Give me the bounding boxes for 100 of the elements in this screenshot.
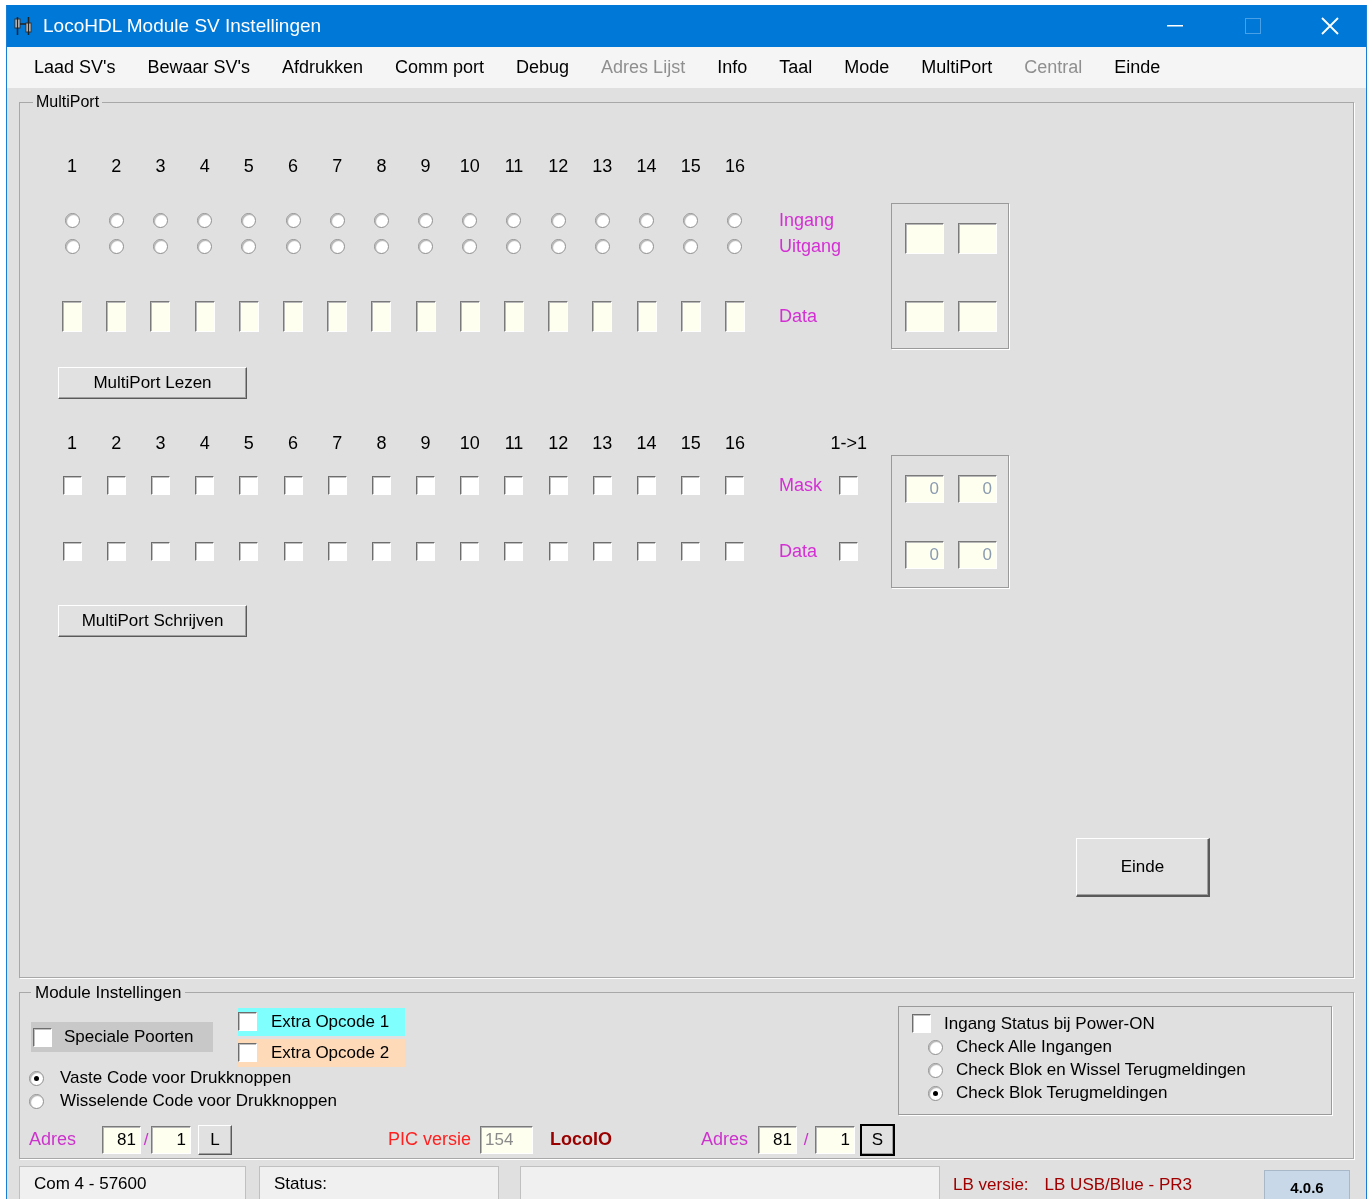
read-button[interactable]: MultiPort Lezen: [58, 367, 247, 399]
radio-button[interactable]: [639, 238, 655, 254]
menu-item[interactable]: Mode: [828, 54, 906, 81]
input-field[interactable]: [62, 301, 83, 332]
checkbox[interactable]: [283, 475, 303, 495]
input-field[interactable]: [636, 301, 657, 332]
radio-button[interactable]: [197, 238, 213, 254]
radio-button[interactable]: [285, 238, 301, 254]
checkbox[interactable]: [371, 541, 391, 561]
input-field[interactable]: [724, 301, 745, 332]
checkbox[interactable]: [912, 1014, 931, 1033]
input-field[interactable]: 1: [815, 1125, 856, 1154]
checkbox[interactable]: [62, 475, 82, 495]
radio-button[interactable]: [108, 238, 124, 254]
input-field[interactable]: [327, 301, 348, 332]
radio-button[interactable]: [152, 238, 168, 254]
checkbox[interactable]: [725, 475, 745, 495]
input-field[interactable]: [958, 301, 997, 332]
checkbox[interactable]: [33, 1027, 52, 1047]
input-field[interactable]: [415, 301, 436, 332]
menu-item[interactable]: Comm port: [379, 54, 501, 81]
checkbox[interactable]: [106, 541, 126, 561]
input-field[interactable]: 81: [102, 1125, 141, 1154]
radio-button[interactable]: [639, 212, 655, 228]
checkbox[interactable]: [150, 475, 170, 495]
checkbox[interactable]: [839, 541, 858, 561]
radio-button[interactable]: [64, 212, 80, 228]
input-field[interactable]: [592, 301, 613, 332]
write-button[interactable]: MultiPort Schrijven: [58, 605, 247, 637]
checkbox[interactable]: [548, 541, 568, 561]
checkbox[interactable]: [504, 475, 524, 495]
radio-button[interactable]: [683, 212, 699, 228]
radio-button[interactable]: [462, 238, 478, 254]
input-field[interactable]: 1: [151, 1125, 191, 1154]
checkbox[interactable]: [327, 475, 347, 495]
menu-item[interactable]: Debug: [500, 54, 586, 81]
checkbox[interactable]: [681, 475, 701, 495]
checkbox[interactable]: [62, 541, 82, 561]
checkbox[interactable]: [681, 541, 701, 561]
input-field[interactable]: [958, 223, 997, 254]
close-icon[interactable]: [1321, 17, 1339, 35]
radio-button[interactable]: [928, 1062, 943, 1078]
checkbox[interactable]: [150, 541, 170, 561]
input-field[interactable]: [548, 301, 569, 332]
input-field[interactable]: [503, 301, 524, 332]
l-button[interactable]: L: [198, 1124, 232, 1155]
checkbox[interactable]: [637, 475, 657, 495]
checkbox[interactable]: [239, 541, 259, 561]
radio-button[interactable]: [285, 212, 301, 228]
radio-button[interactable]: [550, 238, 566, 254]
menu-item[interactable]: Laad SV's: [18, 54, 132, 81]
input-field[interactable]: 81: [758, 1125, 798, 1154]
checkbox[interactable]: [460, 541, 480, 561]
input-field[interactable]: [680, 301, 701, 332]
radio-button[interactable]: [550, 212, 566, 228]
radio-button[interactable]: [241, 238, 257, 254]
radio-button[interactable]: [373, 212, 389, 228]
menu-item[interactable]: Afdrukken: [266, 54, 380, 81]
radio-button[interactable]: [418, 212, 434, 228]
radio-button[interactable]: [506, 212, 522, 228]
input-field[interactable]: [150, 301, 171, 332]
input-field[interactable]: [283, 301, 304, 332]
radio-button[interactable]: [329, 238, 345, 254]
checkbox[interactable]: [238, 1012, 257, 1031]
checkbox[interactable]: [195, 475, 215, 495]
checkbox[interactable]: [504, 541, 524, 561]
s-button[interactable]: S: [860, 1123, 896, 1156]
radio-button[interactable]: [462, 212, 478, 228]
menu-item[interactable]: Einde: [1098, 54, 1177, 81]
checkbox[interactable]: [283, 541, 303, 561]
radio-button[interactable]: [29, 1093, 44, 1109]
radio-button[interactable]: [418, 238, 434, 254]
checkbox[interactable]: [592, 541, 612, 561]
radio-button[interactable]: [594, 238, 610, 254]
checkbox[interactable]: [637, 541, 657, 561]
input-field[interactable]: [905, 223, 944, 254]
radio-button[interactable]: [197, 212, 213, 228]
checkbox[interactable]: [725, 541, 745, 561]
checkbox[interactable]: [239, 475, 259, 495]
radio-button[interactable]: [594, 212, 610, 228]
input-field[interactable]: [905, 301, 944, 332]
checkbox[interactable]: [371, 475, 391, 495]
checkbox[interactable]: [416, 541, 436, 561]
checkbox[interactable]: [416, 475, 436, 495]
checkbox[interactable]: [327, 541, 347, 561]
radio-button[interactable]: [329, 212, 345, 228]
checkbox[interactable]: [592, 475, 612, 495]
checkbox[interactable]: [460, 475, 480, 495]
radio-button[interactable]: [108, 212, 124, 228]
radio-button[interactable]: [241, 212, 257, 228]
radio-button[interactable]: [683, 238, 699, 254]
radio-button[interactable]: [152, 212, 168, 228]
checkbox[interactable]: [238, 1043, 257, 1062]
end-button[interactable]: Einde: [1076, 838, 1210, 897]
radio-button[interactable]: [64, 238, 80, 254]
radio-button[interactable]: [928, 1085, 943, 1101]
radio-button[interactable]: [727, 212, 743, 228]
checkbox[interactable]: [195, 541, 215, 561]
checkbox[interactable]: [548, 475, 568, 495]
radio-button[interactable]: [373, 238, 389, 254]
